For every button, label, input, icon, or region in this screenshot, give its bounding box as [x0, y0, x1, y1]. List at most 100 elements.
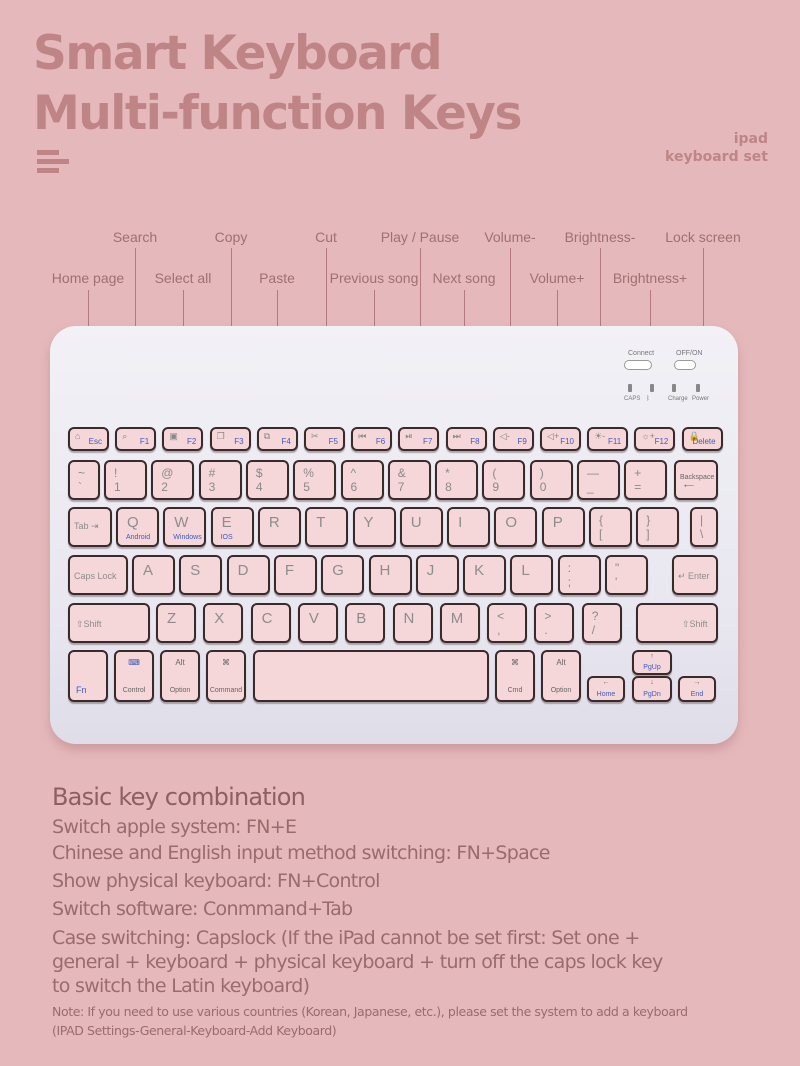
- fn-key-label: F10: [560, 437, 574, 446]
- letter-key[interactable]: I: [447, 507, 491, 547]
- fn-key-f2[interactable]: ▣ F2: [162, 427, 204, 451]
- modifier-key-command[interactable]: ⌘ Command: [206, 650, 246, 702]
- indicator-led: [628, 384, 632, 392]
- number-key[interactable]: + =: [624, 460, 668, 500]
- letter-key[interactable]: ↵ Enter: [672, 555, 718, 595]
- letter-key[interactable]: G: [321, 555, 365, 595]
- number-key[interactable]: ! 1: [104, 460, 147, 500]
- letter-key[interactable]: >.: [534, 603, 575, 643]
- letter-key[interactable]: {[: [589, 507, 632, 547]
- modifier-key-control[interactable]: ⌨ Control: [114, 650, 154, 702]
- key-char: ]: [646, 527, 650, 541]
- modifier-key-option[interactable]: Alt Option: [160, 650, 200, 702]
- key-shift-char: #: [208, 466, 216, 480]
- letter-key[interactable]: ⇧Shift: [636, 603, 718, 643]
- key-shift-char: {: [599, 513, 604, 527]
- letter-key[interactable]: O: [494, 507, 538, 547]
- modifier-key-cmd[interactable]: ⌘ Cmd: [495, 650, 535, 702]
- letter-key[interactable]: F: [273, 555, 317, 595]
- letter-key[interactable]: T: [305, 507, 349, 547]
- number-key[interactable]: Backspace ⟵: [674, 460, 718, 500]
- modifier-key-pgdn[interactable]: ↓ PgDn: [632, 676, 672, 702]
- fn-key-f12[interactable]: ☼+ F12: [634, 427, 676, 451]
- letter-key[interactable]: N: [392, 603, 433, 643]
- number-key[interactable]: ) 0: [529, 460, 573, 500]
- fn-key-esc[interactable]: ⌂ Esc: [68, 427, 109, 451]
- letter-key[interactable]: Tab ⇥: [68, 507, 112, 547]
- letter-key[interactable]: R: [257, 507, 301, 547]
- letter-key[interactable]: W Windows: [163, 507, 207, 547]
- letter-key[interactable]: P: [541, 507, 585, 547]
- letter-key[interactable]: <,: [487, 603, 528, 643]
- number-key[interactable]: ^ 6: [340, 460, 384, 500]
- letter-key[interactable]: Caps Lock: [68, 555, 128, 595]
- letter-key[interactable]: ? /: [581, 603, 622, 643]
- letter-key[interactable]: | \: [690, 507, 718, 547]
- modifier-key-end[interactable]: → End: [678, 676, 716, 702]
- letter-key[interactable]: M: [439, 603, 480, 643]
- letter-key[interactable]: S: [179, 555, 223, 595]
- fn-key-f4[interactable]: ⧉ F4: [256, 427, 298, 451]
- modifier-key-option[interactable]: Alt Option: [541, 650, 581, 702]
- number-key[interactable]: — _: [577, 460, 620, 500]
- letter-key[interactable]: E IOS: [210, 507, 254, 547]
- fn-key-f8[interactable]: ⏭ F8: [445, 427, 487, 451]
- number-key[interactable]: ~ `: [68, 460, 100, 500]
- fn-key-delete[interactable]: 🔒 Delete: [681, 427, 723, 451]
- letter-key[interactable]: Z: [156, 603, 196, 643]
- fn-key-f11[interactable]: ☀- F11: [587, 427, 629, 451]
- letter-key[interactable]: D: [226, 555, 270, 595]
- key-char: V: [308, 610, 319, 627]
- os-label: Windows: [173, 534, 202, 541]
- fn-key-label: F2: [187, 437, 197, 446]
- fn-key-f6[interactable]: ⏮ F6: [351, 427, 393, 451]
- os-label: Android: [126, 534, 151, 541]
- fn-key-f5[interactable]: ✂ F5: [304, 427, 345, 451]
- fn-key-label: F6: [375, 437, 386, 446]
- letter-key[interactable]: B: [345, 603, 386, 643]
- number-key[interactable]: (9: [482, 460, 526, 500]
- key-char: J: [426, 562, 435, 579]
- combination-line: to switch the Latin keyboard): [52, 975, 310, 997]
- number-key[interactable]: @2: [151, 460, 195, 500]
- letter-key[interactable]: Y: [352, 507, 396, 547]
- power-switch[interactable]: [674, 360, 696, 370]
- letter-key[interactable]: :;: [557, 555, 601, 595]
- key-char: X: [214, 610, 225, 627]
- fn-key-f3[interactable]: ❐ F3: [209, 427, 251, 451]
- indicator-led: [672, 384, 676, 392]
- letter-key[interactable]: C: [250, 603, 291, 643]
- number-key[interactable]: #3: [198, 460, 242, 500]
- number-key[interactable]: * 8: [435, 460, 479, 500]
- connect-button[interactable]: [624, 360, 652, 370]
- modifier-key-fn[interactable]: Fn: [68, 650, 108, 702]
- fn-key-f10[interactable]: ◁+ F10: [540, 427, 581, 451]
- letter-key[interactable]: X: [203, 603, 244, 643]
- key-char: 2: [161, 480, 168, 494]
- key-shift-char: <: [497, 609, 505, 623]
- space-bar[interactable]: [253, 650, 489, 702]
- number-key[interactable]: $4: [245, 460, 289, 500]
- fn-key-f1[interactable]: ⌕ F1: [115, 427, 157, 451]
- letter-key[interactable]: L: [510, 555, 554, 595]
- key-char: Y: [363, 514, 374, 531]
- modifier-key-pgup[interactable]: ↑ PgUp: [632, 650, 672, 675]
- letter-key[interactable]: V: [297, 603, 338, 643]
- letter-key[interactable]: " ': [605, 555, 648, 595]
- letter-key[interactable]: ⇧Shift: [68, 603, 150, 643]
- modifier-key-home[interactable]: ← Home: [587, 676, 625, 702]
- fn-key-f7[interactable]: ⏯ F7: [398, 427, 440, 451]
- modifier-icon: ⌘: [511, 658, 519, 667]
- letter-key[interactable]: K: [463, 555, 507, 595]
- number-key[interactable]: & 7: [387, 460, 431, 500]
- letter-key[interactable]: Q Android: [116, 507, 159, 547]
- key-char: S: [190, 562, 201, 579]
- letter-key[interactable]: H: [368, 555, 412, 595]
- fn-key-label: F11: [607, 437, 622, 446]
- number-key[interactable]: % 5: [293, 460, 337, 500]
- fn-key-f9[interactable]: ◁- F9: [492, 427, 534, 451]
- letter-key[interactable]: U: [399, 507, 443, 547]
- letter-key[interactable]: A: [132, 555, 175, 595]
- letter-key[interactable]: J: [415, 555, 459, 595]
- letter-key[interactable]: }]: [636, 507, 680, 547]
